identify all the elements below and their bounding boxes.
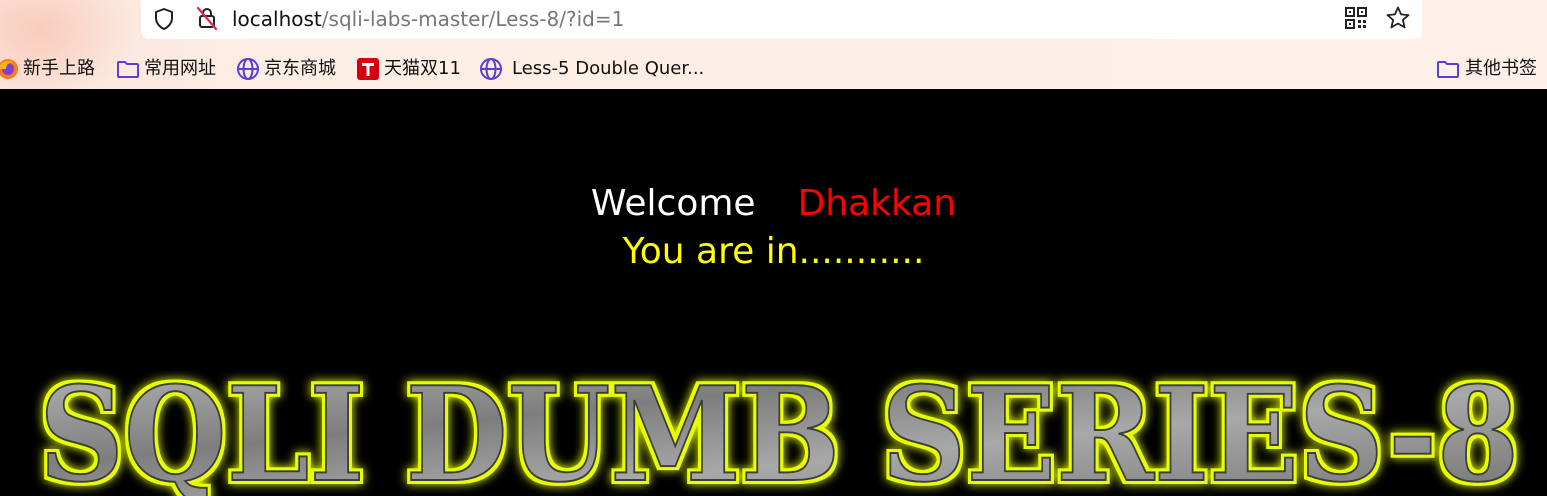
status-message: You are in........... (622, 231, 925, 272)
lock-slash-icon[interactable] (194, 5, 220, 31)
url-path: /sqli-labs-master/Less-8/?id=1 (321, 7, 625, 31)
tmall-icon[interactable] (356, 57, 380, 81)
bookmark-item[interactable]: 新手上路 (23, 55, 95, 83)
bookmark-item-other[interactable]: 其他书签 (1465, 55, 1537, 83)
bookmark-item[interactable]: Less-5 Double Quer... (512, 55, 704, 83)
star-icon[interactable] (1385, 5, 1411, 31)
bookmark-item[interactable]: 天猫双11 (384, 55, 461, 83)
bookmark-item[interactable]: 常用网址 (144, 55, 216, 83)
shield-icon[interactable] (151, 6, 177, 32)
firefox-icon[interactable] (0, 57, 20, 81)
banner-title: SQLI DUMB SERIES-8 (39, 362, 1519, 496)
bookmark-item[interactable]: 京东商城 (264, 55, 336, 83)
globe-icon[interactable] (236, 57, 260, 81)
qr-code-icon[interactable] (1344, 6, 1368, 30)
welcome-text: Welcome (590, 183, 756, 224)
folder-icon[interactable] (116, 57, 140, 81)
series-banner: SQLI DUMB SERIES-8 (38, 362, 1520, 496)
browser-chrome: localhost/sqli-labs-master/Less-8/?id=1 … (0, 0, 1547, 89)
url-host: localhost (232, 7, 322, 31)
user-name: Dhakkan (797, 183, 957, 224)
folder-icon[interactable] (1436, 57, 1460, 81)
url-text[interactable]: localhost/sqli-labs-master/Less-8/?id=1 (232, 6, 624, 32)
globe-icon[interactable] (479, 57, 503, 81)
welcome-line: Welcome Dhakkan (0, 180, 1547, 228)
